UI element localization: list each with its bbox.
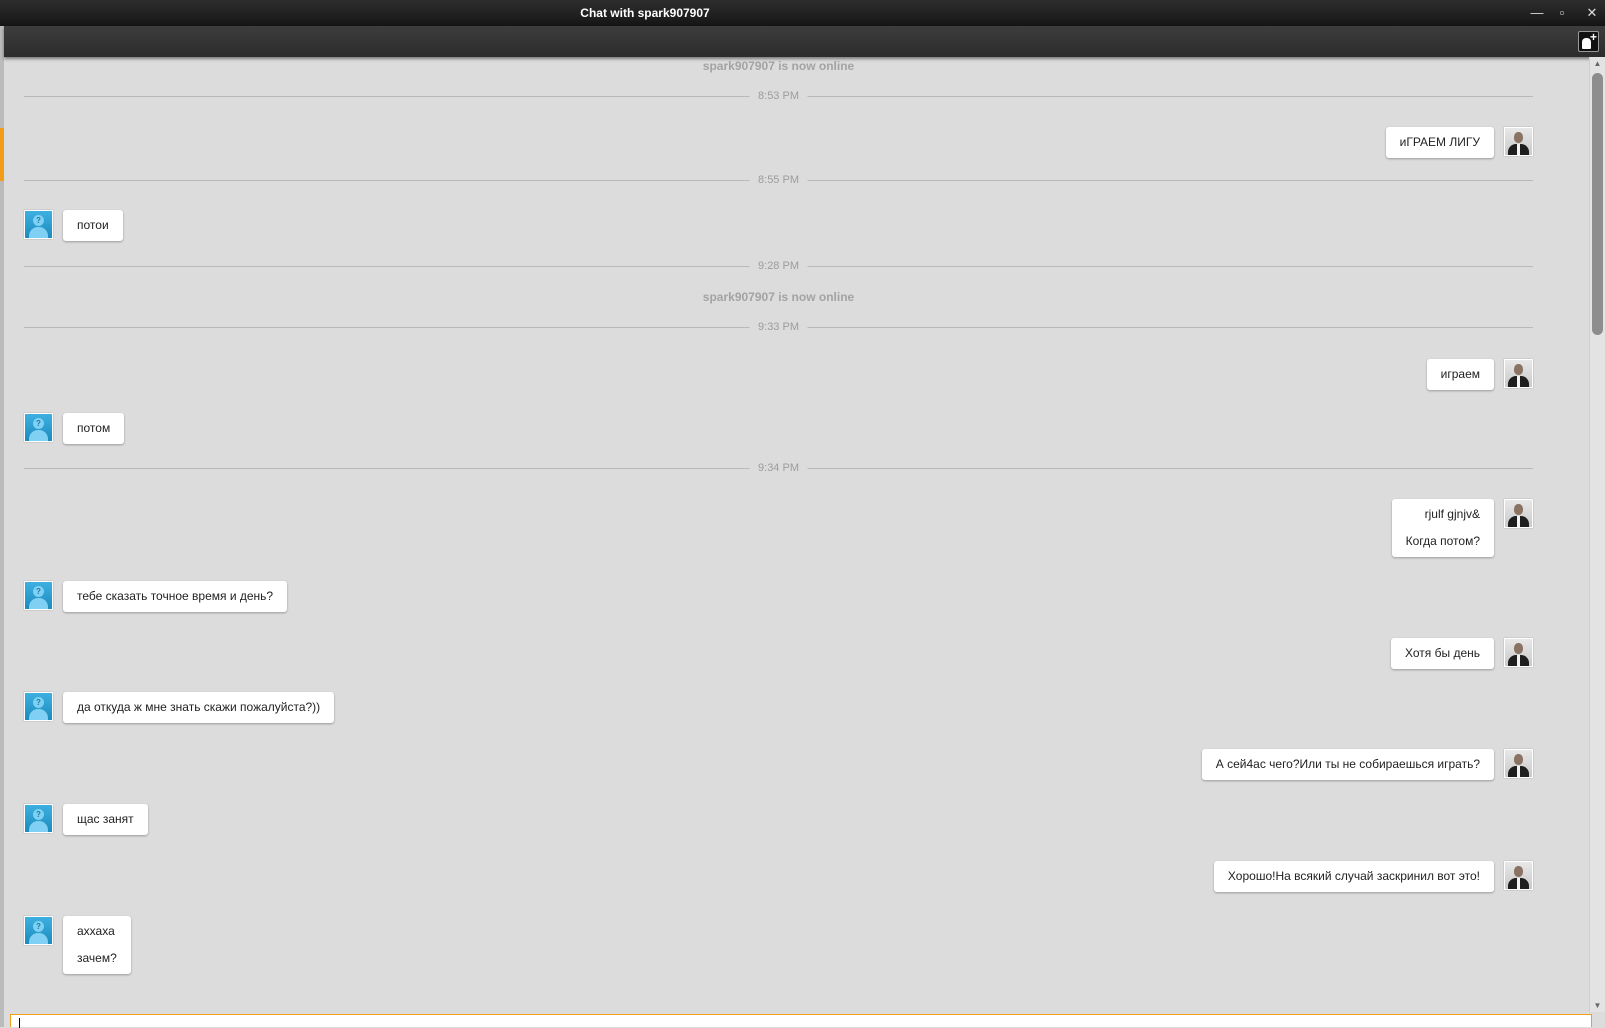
window-title: Chat with spark907907 bbox=[580, 6, 710, 20]
avatar-shirt bbox=[1517, 766, 1520, 777]
message-text: потом bbox=[77, 421, 111, 435]
toolbar: + bbox=[4, 26, 1605, 57]
timestamp: 8:55 PM bbox=[749, 173, 808, 187]
avatar-shirt bbox=[1517, 144, 1520, 155]
message-text: тебе сказать точное время и день? bbox=[77, 589, 274, 603]
user-avatar[interactable] bbox=[1504, 861, 1533, 890]
message-text: Хотя бы день bbox=[1405, 646, 1480, 660]
timestamp: 8:53 PM bbox=[749, 89, 808, 103]
message-bubble[interactable]: rjulf gjnjv& Когда потом? bbox=[1391, 499, 1494, 557]
message-bubble[interactable]: Хотя бы день bbox=[1391, 638, 1494, 669]
avatar-silhouette bbox=[29, 709, 48, 720]
unknown-user-icon: ? bbox=[33, 697, 44, 708]
unknown-user-icon: ? bbox=[33, 215, 44, 226]
close-button[interactable]: ✕ bbox=[1583, 4, 1601, 22]
avatar-silhouette bbox=[29, 821, 48, 832]
avatar-shirt bbox=[1517, 376, 1520, 387]
message-text: иГРАЕМ ЛИГУ bbox=[1399, 135, 1480, 149]
timestamp: 9:33 PM bbox=[749, 320, 808, 334]
contact-avatar[interactable]: ? bbox=[24, 692, 53, 721]
message-text: да откуда ж мне знать скажи пожалуйста?)… bbox=[77, 700, 321, 714]
message-bubble[interactable]: да откуда ж мне знать скажи пожалуйста?)… bbox=[63, 692, 335, 723]
system-message: spark907907 is now online bbox=[702, 290, 855, 304]
avatar-silhouette bbox=[29, 598, 48, 609]
title-bar: Chat with spark907907 — ▫ ✕ bbox=[0, 0, 1605, 26]
user-avatar[interactable] bbox=[1504, 499, 1533, 528]
user-avatar[interactable] bbox=[1504, 638, 1533, 667]
message-bubble[interactable]: тебе сказать точное время и день? bbox=[63, 581, 288, 612]
avatar-silhouette bbox=[29, 933, 48, 944]
timestamp: 9:28 PM bbox=[749, 259, 808, 273]
avatar-shirt bbox=[1517, 878, 1520, 889]
restore-button[interactable]: ▫ bbox=[1553, 4, 1571, 22]
avatar-face bbox=[1514, 754, 1523, 765]
time-separator: 8:55 PM bbox=[24, 173, 1533, 187]
message-text: аххаха bbox=[77, 924, 115, 938]
message-text: rjulf gjnjv& bbox=[1424, 507, 1480, 521]
scrollbar[interactable]: ▲ ▼ bbox=[1589, 57, 1605, 1012]
scroll-up-icon[interactable]: ▲ bbox=[1590, 59, 1605, 68]
avatar-silhouette bbox=[29, 227, 48, 238]
user-avatar[interactable] bbox=[1504, 127, 1533, 156]
message-text: потои bbox=[77, 218, 109, 232]
avatar-shirt bbox=[1517, 655, 1520, 666]
unknown-user-icon: ? bbox=[33, 809, 44, 820]
message-bubble[interactable]: Хорошо!На всякий случай заскринил вот эт… bbox=[1213, 861, 1494, 892]
timestamp: 9:34 PM bbox=[749, 461, 808, 475]
avatar-face bbox=[1514, 132, 1523, 143]
message-text: А сей4ас чего?Или ты не собираешься игра… bbox=[1215, 757, 1480, 771]
contact-avatar[interactable]: ? bbox=[24, 804, 53, 833]
message-bubble[interactable]: аххаха зачем? bbox=[63, 916, 131, 974]
avatar-silhouette bbox=[29, 430, 48, 441]
system-message: spark907907 is now online bbox=[702, 59, 855, 73]
message-bubble[interactable]: играем bbox=[1426, 359, 1494, 390]
avatar-face bbox=[1514, 504, 1523, 515]
message-bubble[interactable]: иГРАЕМ ЛИГУ bbox=[1385, 127, 1494, 158]
message-text: щас занят bbox=[77, 812, 134, 826]
minimize-button[interactable]: — bbox=[1528, 4, 1546, 22]
message-text: играем bbox=[1440, 367, 1480, 381]
unknown-user-icon: ? bbox=[33, 586, 44, 597]
contact-avatar[interactable]: ? bbox=[24, 210, 53, 239]
user-avatar[interactable] bbox=[1504, 749, 1533, 778]
message-input[interactable] bbox=[10, 1014, 1592, 1028]
contact-avatar[interactable]: ? bbox=[24, 916, 53, 945]
message-text: зачем? bbox=[77, 951, 117, 965]
time-separator: 8:53 PM bbox=[24, 89, 1533, 103]
avatar-face bbox=[1514, 643, 1523, 654]
message-bubble[interactable]: щас занят bbox=[63, 804, 148, 835]
unknown-user-icon: ? bbox=[33, 418, 44, 429]
message-bubble[interactable]: А сей4ас чего?Или ты не собираешься игра… bbox=[1201, 749, 1494, 780]
scroll-thumb[interactable] bbox=[1592, 73, 1603, 335]
time-separator: 9:28 PM bbox=[24, 259, 1533, 273]
avatar-face bbox=[1514, 866, 1523, 877]
contact-avatar[interactable]: ? bbox=[24, 581, 53, 610]
message-text: Хорошо!На всякий случай заскринил вот эт… bbox=[1227, 869, 1480, 883]
plus-icon: + bbox=[1589, 30, 1597, 44]
message-text: Когда потом? bbox=[1405, 534, 1480, 548]
avatar-face bbox=[1514, 364, 1523, 375]
scroll-down-icon[interactable]: ▼ bbox=[1590, 1001, 1605, 1010]
unknown-user-icon: ? bbox=[33, 921, 44, 932]
message-bubble[interactable]: потои bbox=[63, 210, 123, 241]
input-bar bbox=[4, 1012, 1605, 1028]
message-list[interactable]: spark907907 is now online 8:53 PM иГРАЕМ Л… bbox=[4, 57, 1574, 1012]
time-separator: 9:33 PM bbox=[24, 320, 1533, 334]
time-separator: 9:34 PM bbox=[24, 461, 1533, 475]
user-avatar[interactable] bbox=[1504, 359, 1533, 388]
add-contact-button[interactable]: + bbox=[1578, 31, 1599, 52]
avatar-shirt bbox=[1517, 516, 1520, 527]
contact-avatar[interactable]: ? bbox=[24, 413, 53, 442]
message-bubble[interactable]: потом bbox=[63, 413, 125, 444]
